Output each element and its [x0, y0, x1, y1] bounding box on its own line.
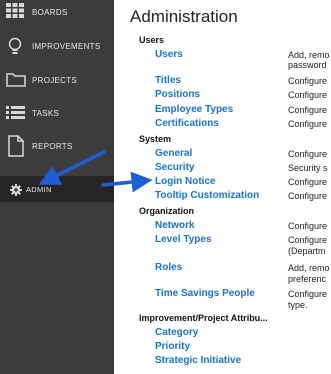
page-title: Administration: [130, 7, 238, 26]
link-description: Configure: [288, 76, 328, 86]
link-description: Configure: [288, 191, 328, 201]
folder-icon: [6, 73, 26, 87]
sidebar-item-label: ADMIN: [26, 185, 52, 194]
link-description: Configure: [288, 105, 328, 115]
link-description: Configure: [288, 149, 328, 159]
link-general[interactable]: General: [155, 148, 192, 159]
link-description: Security s: [288, 163, 328, 173]
sidebar-item-projects[interactable]: PROJECTS: [0, 67, 114, 93]
link-description: Add, remo: [288, 263, 330, 273]
link-description: Configure: [288, 289, 328, 299]
link-users[interactable]: Users: [155, 49, 183, 60]
main-panel: Administration Users Users Add, remo pas…: [114, 0, 331, 374]
sidebar-item-label: TASKS: [32, 109, 60, 118]
document-icon: [8, 135, 24, 157]
link-level-types[interactable]: Level Types: [155, 234, 212, 245]
sidebar-item-label: REPORTS: [32, 142, 73, 151]
sidebar: BOARDS IMPROVEMENTS PROJECTS TASKS REPOR…: [0, 0, 114, 374]
link-description: password: [288, 60, 327, 70]
link-positions[interactable]: Positions: [155, 89, 200, 100]
link-description: Configure: [288, 235, 328, 245]
sidebar-item-boards[interactable]: BOARDS: [0, 0, 114, 26]
link-titles[interactable]: Titles: [155, 75, 181, 86]
sidebar-item-label: BOARDS: [32, 8, 68, 17]
sidebar-item-admin[interactable]: ADMIN: [0, 176, 114, 202]
link-strategic-initiative[interactable]: Strategic Initiative: [155, 355, 241, 366]
link-description: Configure: [288, 221, 328, 231]
link-time-savings-people[interactable]: Time Savings People: [155, 288, 255, 299]
section-heading-attributes: Improvement/Project Attribu...: [139, 313, 268, 323]
link-certifications[interactable]: Certifications: [155, 118, 219, 129]
section-heading-system: System: [139, 134, 172, 144]
lightbulb-icon: [8, 37, 22, 54]
sidebar-item-improvements[interactable]: IMPROVEMENTS: [0, 34, 114, 60]
section-heading-organization: Organization: [139, 206, 195, 216]
section-heading-users: Users: [139, 35, 165, 45]
list-icon: [6, 106, 25, 119]
link-priority[interactable]: Priority: [155, 341, 190, 352]
link-description: Configure: [288, 90, 328, 100]
sidebar-item-reports[interactable]: REPORTS: [0, 132, 114, 160]
sidebar-item-label: PROJECTS: [32, 76, 78, 85]
link-roles[interactable]: Roles: [155, 262, 182, 273]
sidebar-item-label: IMPROVEMENTS: [32, 42, 101, 51]
link-network[interactable]: Network: [155, 220, 194, 231]
sidebar-item-tasks[interactable]: TASKS: [0, 100, 114, 126]
link-description: (Departm: [288, 246, 326, 256]
link-employee-types[interactable]: Employee Types: [155, 104, 233, 115]
gear-icon: [10, 184, 22, 196]
link-login-notice[interactable]: Login Notice: [155, 176, 216, 187]
link-description: Configure: [288, 177, 328, 187]
link-description: preferenc: [288, 274, 327, 284]
grid-icon: [6, 3, 24, 18]
link-description: type.: [288, 300, 308, 310]
link-category[interactable]: Category: [155, 327, 198, 338]
link-tooltip-customization[interactable]: Tooltip Customization: [155, 190, 259, 201]
link-security[interactable]: Security: [155, 162, 194, 173]
link-description: Configure: [288, 119, 328, 129]
